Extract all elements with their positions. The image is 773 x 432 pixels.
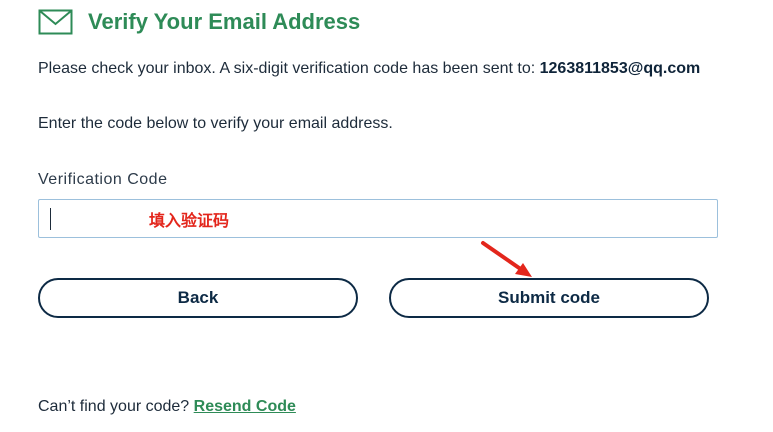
back-button[interactable]: Back <box>38 278 358 318</box>
envelope-icon <box>38 9 73 35</box>
code-sent-message: Please check your inbox. A six-digit ver… <box>38 59 700 79</box>
page-title: Verify Your Email Address <box>88 9 361 34</box>
annotation-arrow-icon <box>481 241 532 277</box>
recipient-email: 1263811853@qq.com <box>539 60 701 77</box>
verification-code-label: Verification Code <box>38 171 168 188</box>
text-cursor <box>50 208 51 230</box>
resend-code-link[interactable]: Resend Code <box>194 398 296 415</box>
resend-prompt-text: Can’t find your code? <box>38 398 190 415</box>
code-sent-text: Please check your inbox. A six-digit ver… <box>38 60 536 77</box>
submit-code-button[interactable]: Submit code <box>389 278 709 318</box>
instruction-text: Enter the code below to verify your emai… <box>38 115 393 132</box>
resend-prompt: Can’t find your code? Resend Code <box>38 397 296 417</box>
verification-code-input[interactable] <box>38 199 718 238</box>
page-header: Verify Your Email Address <box>38 8 360 36</box>
